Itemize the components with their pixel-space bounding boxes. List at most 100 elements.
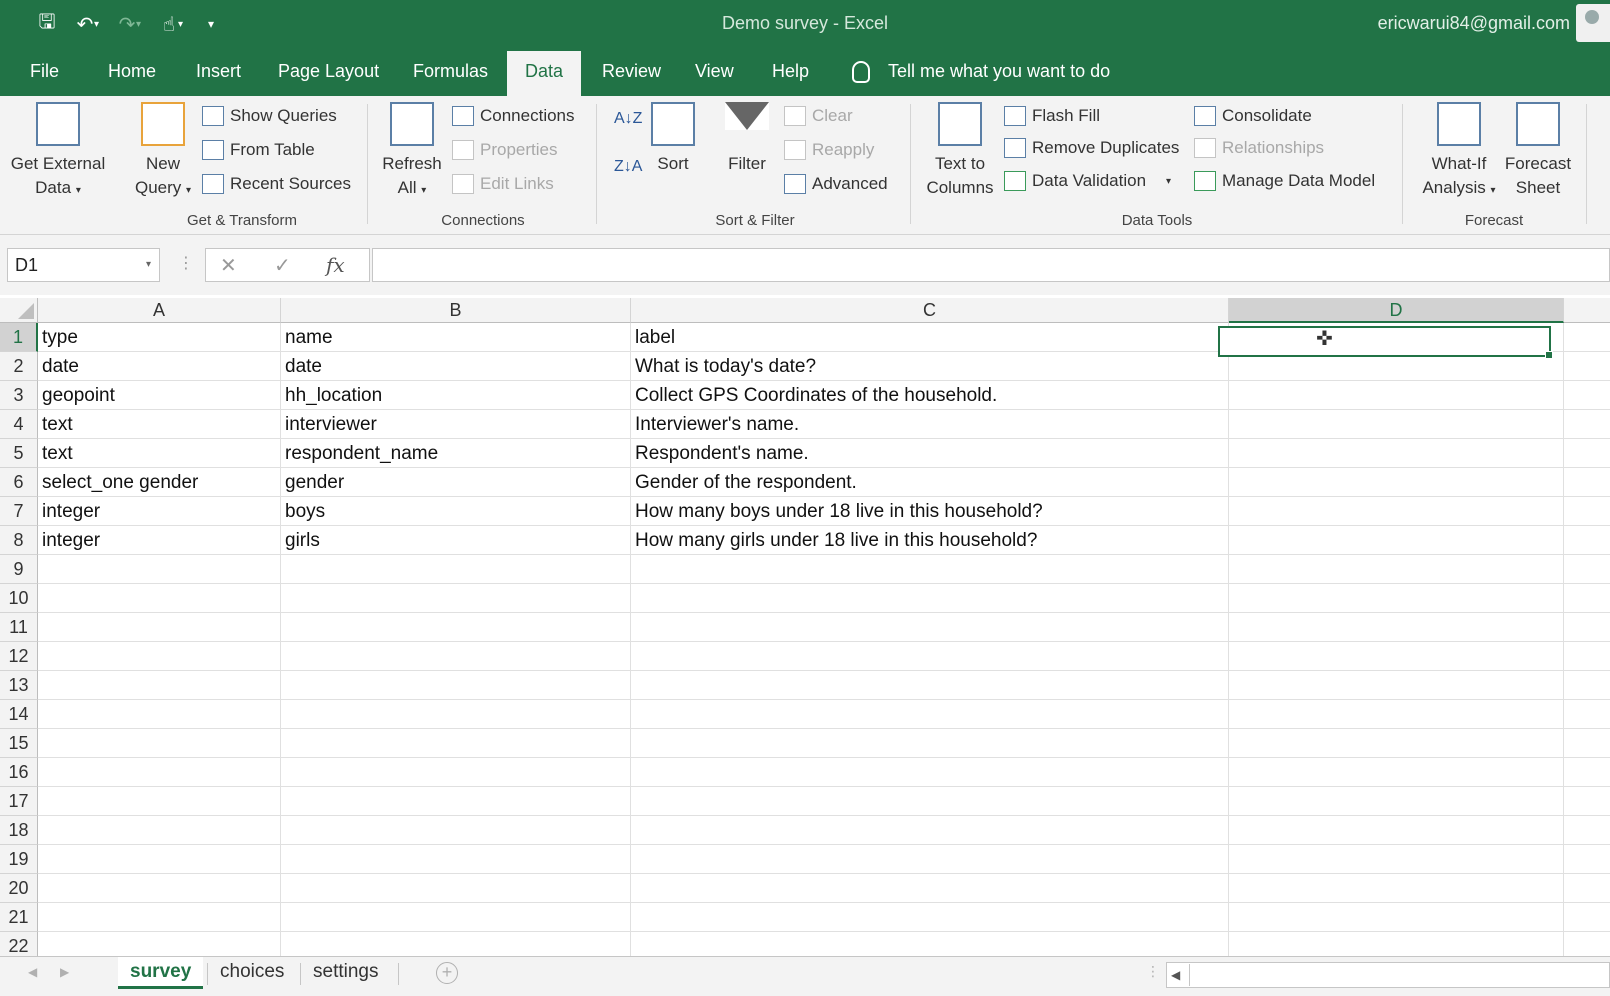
show-queries-button[interactable]: Show Queries xyxy=(202,106,337,126)
sheet-tab-choices[interactable]: choices xyxy=(208,957,296,989)
text-to-columns-button[interactable]: Text to Columns xyxy=(920,102,1000,200)
row-header[interactable]: 6 xyxy=(0,468,38,497)
cancel-icon[interactable]: ✕ xyxy=(220,253,237,278)
tab-insert[interactable]: Insert xyxy=(186,47,251,96)
clear-filter-button[interactable]: Clear xyxy=(784,106,853,126)
recent-sources-button[interactable]: Recent Sources xyxy=(202,174,351,194)
account-email[interactable]: ericwarui84@gmail.com xyxy=(1378,13,1570,34)
row-header[interactable]: 21 xyxy=(0,903,38,932)
cell[interactable]: integer xyxy=(38,526,100,555)
remove-duplicates-button[interactable]: Remove Duplicates xyxy=(1004,138,1179,158)
name-box[interactable]: D1 ▾ xyxy=(7,248,160,282)
from-table-button[interactable]: From Table xyxy=(202,140,315,160)
row-header[interactable]: 10 xyxy=(0,584,38,613)
row-header[interactable]: 11 xyxy=(0,613,38,642)
what-if-analysis-button[interactable]: What-If Analysis ▾ xyxy=(1414,102,1504,203)
cell[interactable]: boys xyxy=(281,497,325,526)
consolidate-button[interactable]: Consolidate xyxy=(1194,106,1312,126)
column-header-c[interactable]: C xyxy=(631,298,1229,323)
cell[interactable]: date xyxy=(38,352,79,381)
cell[interactable]: Collect GPS Coordinates of the household… xyxy=(631,381,997,410)
filter-button[interactable]: Filter xyxy=(722,102,772,176)
active-cell-d1[interactable] xyxy=(1218,326,1553,359)
tab-data[interactable]: Data xyxy=(507,51,582,96)
cell[interactable]: respondent_name xyxy=(281,439,438,468)
tab-review[interactable]: Review xyxy=(592,47,671,96)
new-query-button[interactable]: New Query ▾ xyxy=(128,102,198,203)
row-header[interactable]: 4 xyxy=(0,410,38,439)
row-header[interactable]: 16 xyxy=(0,758,38,787)
flash-fill-button[interactable]: Flash Fill xyxy=(1004,106,1100,126)
tab-page-layout[interactable]: Page Layout xyxy=(268,47,389,96)
edit-links-button[interactable]: Edit Links xyxy=(452,174,554,194)
column-header-a[interactable]: A xyxy=(38,298,281,323)
cell[interactable]: What is today's date? xyxy=(631,352,816,381)
cell[interactable]: How many boys under 18 live in this hous… xyxy=(631,497,1043,526)
column-header-d[interactable]: D xyxy=(1229,298,1564,323)
cell[interactable]: select_one gender xyxy=(38,468,198,497)
cell[interactable]: girls xyxy=(281,526,320,555)
cell[interactable]: Gender of the respondent. xyxy=(631,468,857,497)
relationships-button[interactable]: Relationships xyxy=(1194,138,1324,158)
reapply-button[interactable]: Reapply xyxy=(784,140,874,160)
row-header[interactable]: 18 xyxy=(0,816,38,845)
cell[interactable]: date xyxy=(281,352,322,381)
properties-button[interactable]: Properties xyxy=(452,140,557,160)
row-header[interactable]: 13 xyxy=(0,671,38,700)
refresh-all-button[interactable]: Refresh All ▾ xyxy=(380,102,444,203)
cell[interactable]: hh_location xyxy=(281,381,382,410)
row-header[interactable]: 20 xyxy=(0,874,38,903)
forecast-sheet-button[interactable]: Forecast Sheet xyxy=(1502,102,1574,200)
enter-icon[interactable]: ✓ xyxy=(274,253,291,278)
cell[interactable]: interviewer xyxy=(281,410,377,439)
advanced-filter-button[interactable]: Advanced xyxy=(784,174,888,194)
sheet-tab-settings[interactable]: settings xyxy=(301,957,390,989)
tab-view[interactable]: View xyxy=(685,47,744,96)
scroll-sheets-left-icon[interactable]: ◀ xyxy=(28,965,37,979)
cell[interactable]: text xyxy=(38,410,73,439)
column-header-b[interactable]: B xyxy=(281,298,631,323)
tab-file[interactable]: File xyxy=(20,47,69,96)
tell-me-search[interactable]: Tell me what you want to do xyxy=(888,47,1110,96)
add-sheet-icon[interactable]: + xyxy=(436,962,458,984)
split-handle-icon[interactable]: ⋮ xyxy=(1146,963,1160,980)
insert-function-icon[interactable]: fx xyxy=(326,253,345,277)
row-header[interactable]: 8 xyxy=(0,526,38,555)
cell[interactable]: How many girls under 18 live in this hou… xyxy=(631,526,1037,555)
row-header[interactable]: 22 xyxy=(0,932,38,956)
scrollbar-thumb[interactable] xyxy=(1189,964,1609,986)
formula-input[interactable] xyxy=(372,248,1610,282)
avatar[interactable] xyxy=(1576,4,1610,42)
cell[interactable]: geopoint xyxy=(38,381,115,410)
sort-button[interactable]: Sort xyxy=(648,102,698,176)
manage-data-model-button[interactable]: Manage Data Model xyxy=(1194,171,1375,191)
data-validation-button[interactable]: Data Validation ▾ xyxy=(1004,171,1171,191)
name-box-dropdown-icon[interactable]: ▾ xyxy=(146,249,151,281)
cell[interactable]: gender xyxy=(281,468,344,497)
connections-button[interactable]: Connections xyxy=(452,106,575,126)
resize-handle-icon[interactable]: ⋮ xyxy=(178,253,194,273)
tab-home[interactable]: Home xyxy=(98,47,166,96)
sheet-tab-survey[interactable]: survey xyxy=(118,957,204,989)
row-header[interactable]: 2 xyxy=(0,352,38,381)
cell[interactable]: Respondent's name. xyxy=(631,439,809,468)
scroll-left-icon[interactable]: ◀ xyxy=(1171,968,1180,982)
row-header[interactable]: 19 xyxy=(0,845,38,874)
cell[interactable]: name xyxy=(281,323,333,352)
tab-help[interactable]: Help xyxy=(762,47,819,96)
cell[interactable]: integer xyxy=(38,497,100,526)
cell[interactable]: Interviewer's name. xyxy=(631,410,799,439)
scroll-sheets-right-icon[interactable]: ▶ xyxy=(60,965,69,979)
sort-a-to-z-button[interactable]: A↓Z xyxy=(614,110,642,128)
select-all-button[interactable] xyxy=(0,298,38,323)
tab-formulas[interactable]: Formulas xyxy=(403,47,498,96)
cell[interactable]: label xyxy=(631,323,675,352)
row-header[interactable]: 9 xyxy=(0,555,38,584)
row-header[interactable]: 3 xyxy=(0,381,38,410)
cell[interactable]: type xyxy=(38,323,78,352)
row-header[interactable]: 17 xyxy=(0,787,38,816)
row-header[interactable]: 1 xyxy=(0,323,38,352)
worksheet-grid[interactable]: A B C D 1 2 3 4 5 6 7 8 9 10 11 12 13 14 15 16 17 18 19 20 2… xyxy=(0,295,1610,956)
cell[interactable]: text xyxy=(38,439,73,468)
row-header[interactable]: 12 xyxy=(0,642,38,671)
